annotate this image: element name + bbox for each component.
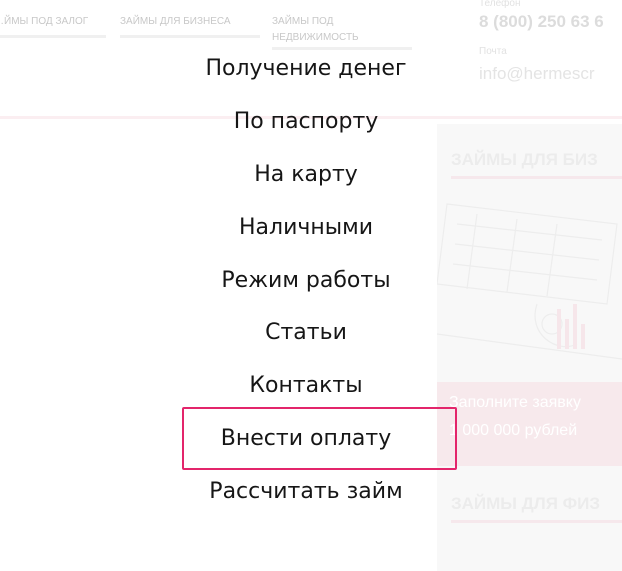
menu-item-cash[interactable]: Наличными [0, 201, 612, 254]
menu-item-label: Наличными [238, 215, 374, 240]
nav-menu: Получение денег По паспорту На карту Нал… [0, 0, 612, 571]
menu-item-label: На карту [254, 162, 358, 187]
menu-item-label: Получение денег [205, 56, 407, 81]
menu-item-working-hours[interactable]: Режим работы [0, 254, 612, 307]
menu-item-articles[interactable]: Статьи [0, 306, 612, 359]
menu-item-label: Рассчитать займ [209, 479, 403, 504]
menu-item-calculate-loan[interactable]: Рассчитать займ [0, 465, 612, 518]
menu-item-by-passport[interactable]: По паспорту [0, 95, 612, 148]
menu-item-label: Контакты [249, 373, 363, 398]
menu-item-make-payment[interactable]: Внести оплату [0, 412, 612, 465]
menu-item-label: По паспорту [233, 109, 379, 134]
menu-item-to-card[interactable]: На карту [0, 148, 612, 201]
menu-item-label: Режим работы [221, 268, 391, 293]
menu-item-receiving-money[interactable]: Получение денег [0, 42, 612, 95]
menu-item-contacts[interactable]: Контакты [0, 359, 612, 412]
menu-item-label: Статьи [265, 320, 347, 345]
menu-item-label: Внести оплату [220, 426, 392, 451]
